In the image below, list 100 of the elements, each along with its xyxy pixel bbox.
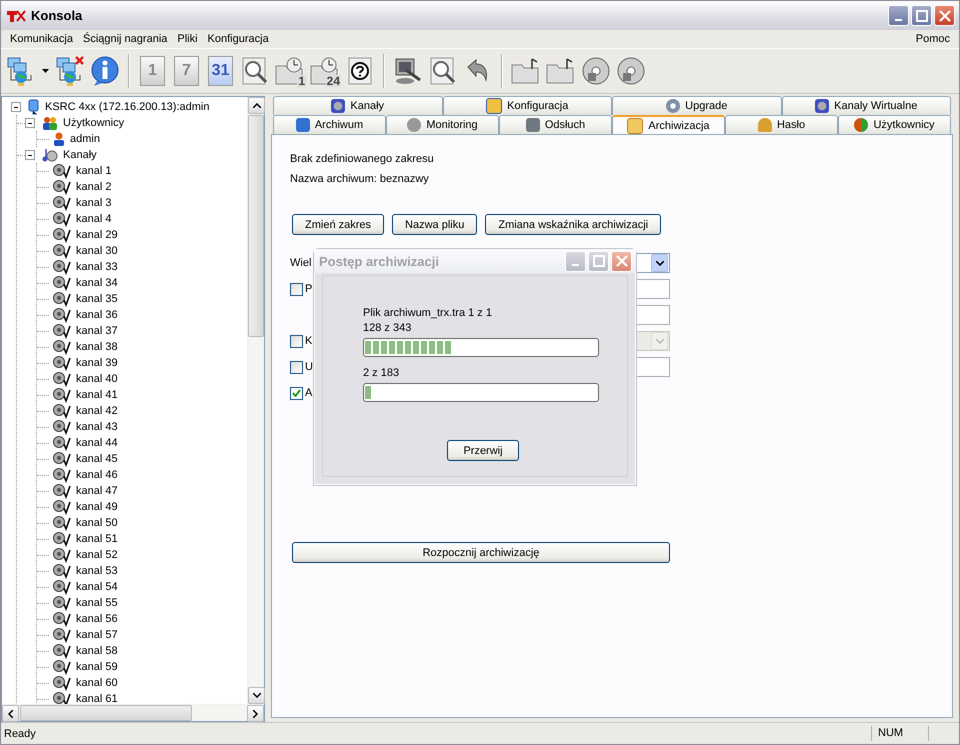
tree-item[interactable]: kanal 37 [75, 325, 119, 337]
window-title: Konsola [31, 8, 82, 23]
checkbox[interactable] [290, 386, 303, 400]
tree-item[interactable]: kanal 34 [75, 277, 119, 289]
minimize-icon [895, 18, 902, 20]
collapse-toggle[interactable] [11, 102, 21, 112]
menu-item[interactable]: Pliki [172, 33, 203, 45]
tree-item[interactable]: kanal 59 [75, 661, 119, 673]
scroll-down-icon[interactable] [252, 693, 260, 698]
horizontal-scrollbar[interactable] [2, 704, 264, 721]
tree-item[interactable]: Użytkownicy [62, 117, 126, 129]
tree-item[interactable]: kanal 3 [75, 197, 112, 209]
tree-item[interactable]: kanal 45 [75, 453, 119, 465]
tree-item[interactable]: kanal 42 [75, 405, 119, 417]
tree-item[interactable]: kanal 54 [75, 581, 119, 593]
app-logo-icon [7, 10, 27, 22]
speaker-check-icon [52, 515, 72, 531]
status-text: Ready [4, 728, 37, 740]
tab[interactable]: Hasło [725, 115, 838, 134]
minimize-button[interactable] [888, 5, 909, 26]
maximize-icon [592, 255, 604, 267]
tree-item[interactable]: kanal 47 [75, 485, 119, 497]
tab[interactable]: Odsłuch [499, 115, 612, 134]
option-label: P [305, 283, 312, 295]
tree-item[interactable]: kanal 2 [75, 181, 112, 193]
tree-item[interactable]: kanal 43 [75, 421, 119, 433]
tree-item[interactable]: kanal 50 [75, 517, 119, 529]
tree-item[interactable]: kanal 55 [75, 597, 119, 609]
calendar-day-button[interactable]: 31 [208, 56, 233, 86]
option-label: Wiel [290, 257, 312, 269]
network-disconnect-icon[interactable] [54, 55, 86, 87]
maximize-icon [916, 10, 928, 22]
tab[interactable]: Monitoring [386, 115, 499, 134]
tree-item[interactable]: kanal 61 [75, 693, 119, 704]
tree-item[interactable]: kanal 33 [75, 261, 119, 273]
tree-item[interactable]: kanal 29 [75, 229, 119, 241]
maximize-button[interactable] [911, 5, 932, 26]
progress-count: 2 z 183 [363, 366, 400, 381]
tree-item[interactable]: kanal 51 [75, 533, 119, 545]
tab[interactable]: Archiwum [273, 115, 386, 134]
tab[interactable]: Kanały [273, 96, 442, 115]
tree-item[interactable]: kanal 39 [75, 357, 119, 369]
disc-icon[interactable] [580, 55, 612, 87]
tree-item[interactable]: kanal 52 [75, 549, 119, 561]
tree-item[interactable]: kanal 49 [75, 501, 119, 513]
tree-item[interactable]: kanal 60 [75, 677, 119, 689]
speaker-check-icon [52, 291, 72, 307]
tree-item[interactable]: kanal 30 [75, 245, 119, 257]
tab[interactable]: Użytkownicy [838, 115, 951, 134]
speaker-check-icon [52, 243, 72, 259]
start-archiving-button[interactable]: Rozpocznij archiwizację [292, 542, 670, 563]
menu-item[interactable]: Komunikacja [5, 33, 78, 45]
action-button[interactable]: Zmień zakres [292, 214, 384, 235]
menu-item[interactable]: Konfiguracja [202, 33, 274, 45]
disc-icon[interactable] [615, 55, 647, 87]
tab[interactable]: Konfiguracja [442, 96, 612, 115]
tree-item[interactable]: KSRC 4xx (172.16.200.13):admin [44, 101, 210, 113]
speaker-check-icon [52, 307, 72, 323]
tree-item[interactable]: admin [69, 133, 101, 145]
collapse-toggle[interactable] [25, 118, 35, 128]
tree-item[interactable]: kanal 4 [75, 213, 112, 225]
tree-item[interactable]: kanal 56 [75, 613, 119, 625]
tree-item[interactable]: kanal 44 [75, 437, 119, 449]
tree-item[interactable]: kanal 46 [75, 469, 119, 481]
tree-item[interactable]: Kanały [62, 149, 98, 161]
tree-item[interactable]: kanal 58 [75, 645, 119, 657]
close-button[interactable] [611, 250, 632, 272]
action-button[interactable]: Zmiana wskaźnika archiwizacji [485, 214, 662, 235]
scroll-right-icon[interactable] [253, 710, 258, 718]
speaker-check-icon [52, 467, 72, 483]
stop-button[interactable]: Przerwij [447, 440, 519, 461]
close-button[interactable] [934, 5, 955, 26]
tab[interactable]: Upgrade [612, 96, 782, 115]
tab[interactable]: Kanaly Wirtualne [782, 96, 951, 115]
scroll-up-icon[interactable] [252, 103, 260, 108]
dropdown-arrow-icon[interactable] [42, 69, 49, 73]
tree-item[interactable]: kanal 35 [75, 293, 119, 305]
tab[interactable]: Archiwizacja [612, 115, 725, 134]
tree-item[interactable]: kanal 41 [75, 389, 119, 401]
speaker-check-icon [52, 611, 72, 627]
speaker-check-icon [52, 579, 72, 595]
tree-item[interactable]: kanal 36 [75, 309, 119, 321]
info-icon[interactable] [89, 55, 121, 87]
tree-item[interactable]: kanal 57 [75, 629, 119, 641]
checkbox[interactable] [290, 360, 303, 374]
tree-item[interactable]: kanal 1 [75, 165, 112, 177]
tree-item[interactable]: kanal 53 [75, 565, 119, 577]
speaker-check-icon [52, 403, 72, 419]
collapse-toggle[interactable] [25, 150, 35, 160]
menu-item[interactable]: Ściągnij nagrania [78, 33, 172, 45]
tree-item[interactable]: kanal 38 [75, 341, 119, 353]
vertical-scrollbar[interactable] [247, 97, 264, 704]
speaker-check-icon [52, 499, 72, 515]
checkbox[interactable] [290, 282, 303, 296]
menu-item[interactable]: Pomoc [910, 33, 955, 45]
tree-item[interactable]: kanal 40 [75, 373, 119, 385]
users-icon [41, 115, 59, 131]
scroll-left-icon[interactable] [8, 710, 13, 718]
action-button[interactable]: Nazwa pliku [392, 214, 478, 235]
speaker-check-icon [52, 211, 72, 227]
